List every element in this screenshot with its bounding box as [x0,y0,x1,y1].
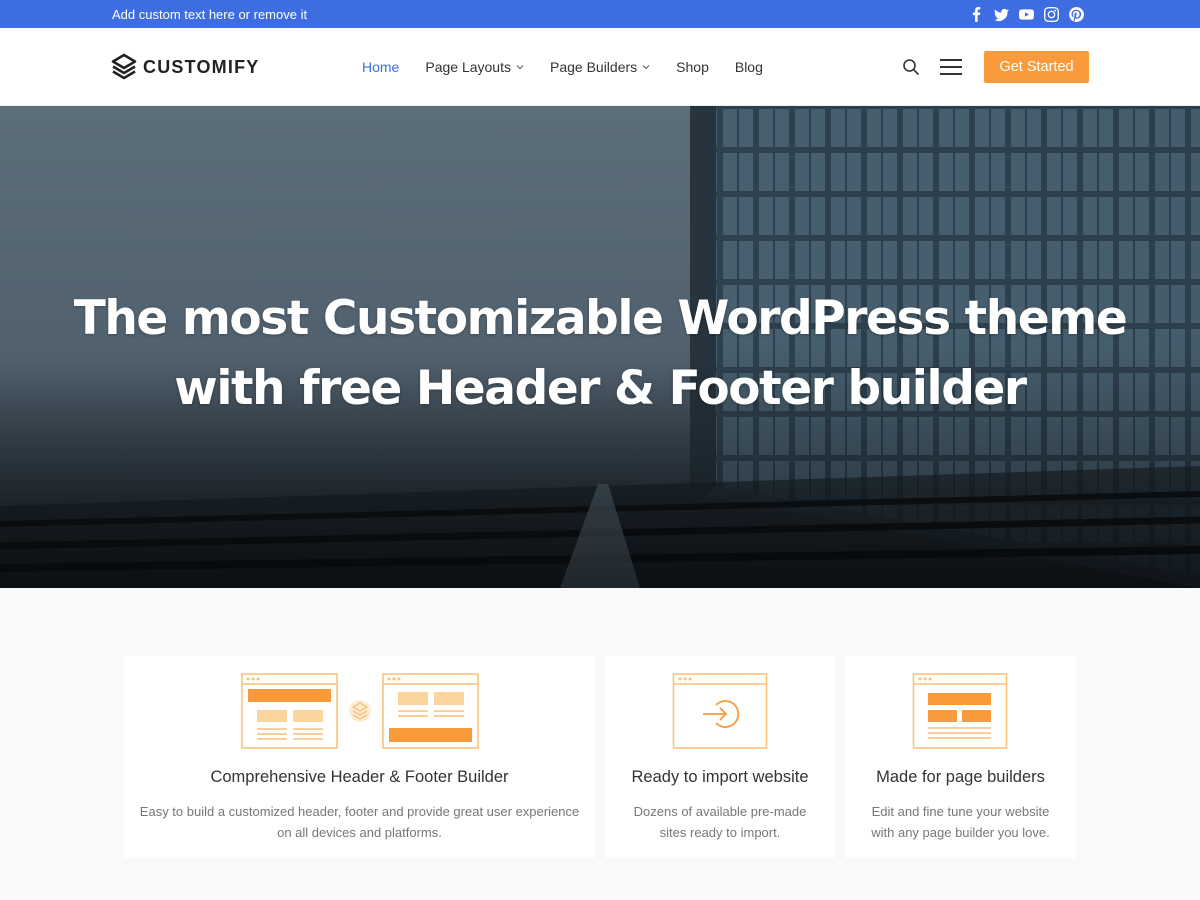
site-header: CUSTOMIFY Home Page Layouts Page Builder… [0,28,1200,106]
chevron-down-icon [516,65,524,70]
features-section: Comprehensive Header & Footer Builder Ea… [124,656,1076,858]
nav-label: Blog [734,59,763,75]
feature-card: Made for page builders Edit and fine tun… [845,656,1076,858]
feature-card: Comprehensive Header & Footer Builder Ea… [124,656,595,858]
feature-description: Easy to build a customized header, foote… [139,804,580,840]
top-bar-text: Add custom text here or remove it [112,7,308,22]
feature-description: Edit and fine tune your website with any… [871,804,1050,840]
nav-item-blog[interactable]: Blog [735,59,763,75]
hero-title: The most Customizable WordPress theme wi… [0,284,1200,424]
feature-title: Comprehensive Header & Footer Builder [210,768,509,786]
main-nav: Home Page Layouts Page Builders Shop Blo… [362,59,763,75]
brand-name: CUSTOMIFY [143,56,260,77]
header-footer-builder-icon [241,673,479,749]
instagram-icon[interactable] [1044,6,1059,22]
nav-item-page-layouts[interactable]: Page Layouts [425,59,524,75]
pinterest-icon[interactable] [1069,6,1084,22]
search-icon[interactable] [902,58,920,76]
import-website-icon [672,673,768,749]
hamburger-menu-icon[interactable] [940,59,962,75]
nav-label: Page Builders [549,59,638,75]
nav-label: Page Layouts [425,59,511,75]
chevron-down-icon [642,65,650,70]
nav-item-shop[interactable]: Shop [676,59,709,75]
hero-title-line-1: The most Customizable WordPress theme [73,291,1128,346]
top-bar: Add custom text here or remove it [0,0,1200,28]
get-started-button[interactable]: Get Started [984,51,1089,83]
feature-description: Dozens of available pre-made sites ready… [633,804,807,840]
nav-label: Home [362,59,400,75]
social-links [969,6,1084,22]
feature-title: Ready to import website [631,768,809,786]
feature-card: Ready to import website Dozens of availa… [605,656,835,858]
nav-item-page-builders[interactable]: Page Builders [550,59,650,75]
youtube-icon[interactable] [1019,6,1034,22]
facebook-icon[interactable] [969,6,984,22]
hero-title-line-2: with free Header & Footer builder [174,361,1027,416]
twitter-icon[interactable] [994,6,1009,22]
nav-item-home[interactable]: Home [362,59,399,75]
hero-section: The most Customizable WordPress theme wi… [0,106,1200,588]
site-logo[interactable]: CUSTOMIFY [110,52,259,82]
customify-logo-icon [111,53,137,80]
feature-title: Made for page builders [876,768,1045,786]
page-builder-icon [912,673,1008,749]
nav-label: Shop [676,59,709,75]
